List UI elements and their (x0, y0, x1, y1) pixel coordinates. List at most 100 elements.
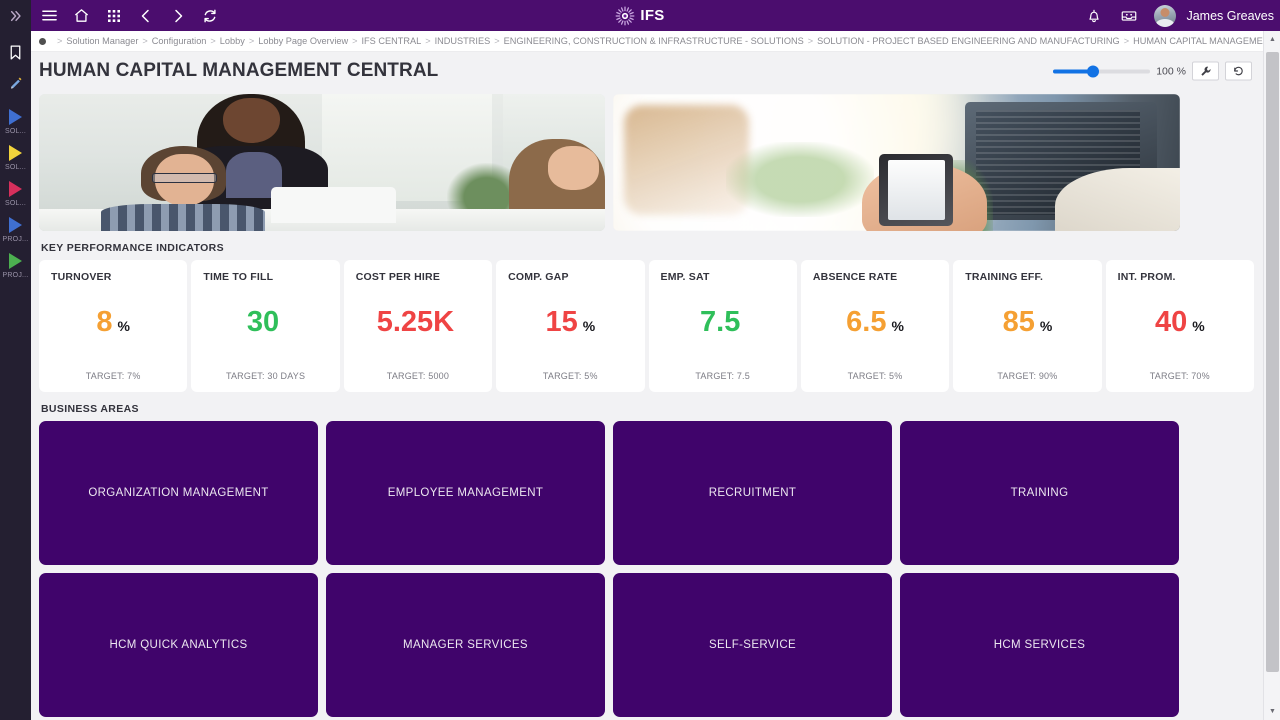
kpi-title: ABSENCE RATE (812, 271, 898, 283)
user-name[interactable]: James Greaves (1186, 9, 1274, 23)
flag-marker-icon (9, 181, 22, 197)
refresh-icon (203, 9, 216, 22)
breadcrumb-separator: > (494, 36, 500, 46)
zoom-percent-label: 100 % (1156, 65, 1186, 77)
tile-label: SELF-SERVICE (708, 639, 797, 651)
inbox-button[interactable] (1113, 0, 1144, 31)
kpi-card-cost-per-hire[interactable]: COST PER HIRE 5.25K TARGET: 5000 (343, 260, 493, 392)
tile-manager-services[interactable]: MANAGER SERVICES (326, 573, 605, 717)
refresh-button[interactable] (194, 0, 225, 31)
title-bar: HUMAN CAPITAL MANAGEMENT CENTRAL 100 % (31, 52, 1280, 90)
kpi-title: TIME TO FILL (203, 271, 274, 283)
kpi-card-time-to-fill[interactable]: TIME TO FILL 30 TARGET: 30 DAYS (191, 260, 340, 392)
breadcrumb-separator: > (142, 36, 148, 46)
zoom-slider[interactable] (1053, 64, 1151, 78)
notifications-button[interactable] (1078, 0, 1109, 31)
kpi-card-absence-rate[interactable]: ABSENCE RATE 6.5 % TARGET: 5% (800, 260, 950, 392)
kpi-title: TURNOVER (51, 271, 112, 283)
scrollbar-thumb[interactable] (1266, 52, 1279, 672)
tile-label: MANAGER SERVICES (403, 639, 528, 651)
hero-image-row (39, 90, 1254, 231)
breadcrumb-item-current[interactable]: HUMAN CAPITAL MANAGEMENT CENTRAL (1133, 36, 1280, 46)
rail-item-label: PROJ... (2, 272, 29, 279)
home-button[interactable] (66, 0, 97, 31)
bell-icon (1089, 9, 1099, 22)
vertical-scrollbar[interactable]: ▲ ▼ (1263, 31, 1280, 720)
tile-label: HCM SERVICES (993, 639, 1086, 651)
page-scroll-body: KEY PERFORMANCE INDICATORS TURNOVER 8 % … (31, 90, 1262, 720)
rail-expand-toggle[interactable] (0, 0, 31, 31)
breadcrumb: > Solution Manager > Configuration > Lob… (31, 31, 1280, 52)
rail-item-4[interactable]: PROJ... (0, 253, 31, 279)
breadcrumb-item-lobby[interactable]: Lobby (220, 36, 245, 46)
breadcrumb-item-solution-manager[interactable]: Solution Manager (66, 36, 138, 46)
breadcrumb-item-ifs-central[interactable]: IFS CENTRAL (361, 36, 421, 46)
flag-marker-icon (9, 253, 22, 269)
app-grid-button[interactable] (98, 0, 129, 31)
scroll-up-button[interactable]: ▲ (1264, 31, 1280, 48)
left-rail: SOL... SOL... SOL... PROJ... PROJ... (0, 31, 31, 720)
breadcrumb-separator: > (1123, 36, 1130, 46)
tile-recruitment[interactable]: RECRUITMENT (613, 421, 892, 565)
kpi-unit: % (891, 318, 904, 334)
tile-label: RECRUITMENT (708, 487, 797, 499)
tile-training[interactable]: TRAINING (900, 421, 1179, 565)
configure-button[interactable] (1192, 61, 1219, 81)
reset-button[interactable] (1225, 61, 1252, 81)
kpi-value: 8 (96, 306, 113, 338)
rail-item-label: SOL... (4, 128, 27, 135)
rail-item-3[interactable]: PROJ... (0, 217, 31, 243)
tile-label: TRAINING (1010, 487, 1069, 499)
breadcrumb-item-solution-project-based[interactable]: SOLUTION - PROJECT BASED ENGINEERING AND… (817, 36, 1120, 46)
breadcrumb-item-configuration[interactable]: Configuration (152, 36, 207, 46)
top-app-bar: IFS James Greaves (0, 0, 1280, 31)
rail-item-label: SOL... (4, 164, 27, 171)
breadcrumb-separator: > (807, 36, 814, 46)
app-bar-right-actions: James Greaves (1078, 0, 1274, 31)
forward-button[interactable] (162, 0, 193, 31)
breadcrumb-item-lobby-page-overview[interactable]: Lobby Page Overview (258, 36, 348, 46)
tile-hcm-quick-analytics[interactable]: HCM QUICK ANALYTICS (39, 573, 318, 717)
rail-item-1[interactable]: SOL... (0, 145, 31, 171)
kpi-target: TARGET: 70% (1149, 371, 1210, 381)
tile-label: HCM QUICK ANALYTICS (109, 639, 248, 651)
breadcrumb-item-engineering-construction[interactable]: ENGINEERING, CONSTRUCTION & INFRASTRUCTU… (504, 36, 804, 46)
kpi-value: 30 (246, 306, 280, 338)
bookmark-icon (10, 45, 21, 60)
zoom-slider-thumb[interactable] (1087, 65, 1100, 77)
back-arrow-icon (141, 9, 149, 22)
breadcrumb-separator: > (248, 36, 255, 46)
kpi-title: EMP. SAT (660, 271, 710, 283)
tile-self-service[interactable]: SELF-SERVICE (613, 573, 892, 717)
kpi-card-int-prom[interactable]: INT. PROM. 40 % TARGET: 70% (1105, 260, 1254, 392)
breadcrumb-root-dot-icon[interactable] (39, 37, 46, 45)
kpi-value: 7.5 (700, 306, 741, 338)
rail-item-2[interactable]: SOL... (0, 181, 31, 207)
forward-arrow-icon (174, 9, 182, 22)
scroll-down-button[interactable]: ▼ (1264, 703, 1280, 720)
tile-employee-management[interactable]: EMPLOYEE MANAGEMENT (326, 421, 605, 565)
rail-item-label: SOL... (4, 200, 27, 207)
kpi-unit: % (117, 318, 130, 334)
tile-label: EMPLOYEE MANAGEMENT (387, 487, 544, 499)
kpi-card-emp-sat[interactable]: EMP. SAT 7.5 TARGET: 7.5 (648, 260, 797, 392)
tile-organization-management[interactable]: ORGANIZATION MANAGEMENT (39, 421, 318, 565)
back-button[interactable] (130, 0, 161, 31)
flag-marker-icon (9, 145, 22, 161)
kpi-card-comp-gap[interactable]: COMP. GAP 15 % TARGET: 5% (496, 260, 645, 392)
hamburger-menu-button[interactable] (34, 0, 65, 31)
kpi-target: TARGET: 7.5 (695, 371, 750, 381)
bookmarks-button[interactable] (0, 37, 31, 68)
kpi-value: 40 (1154, 306, 1188, 338)
kpi-section-heading: KEY PERFORMANCE INDICATORS (41, 242, 224, 254)
rail-item-0[interactable]: SOL... (0, 109, 31, 135)
inbox-tray-icon (1121, 10, 1137, 21)
breadcrumb-item-industries[interactable]: INDUSTRIES (435, 36, 491, 46)
kpi-target: TARGET: 7% (85, 371, 141, 381)
edit-button[interactable] (0, 68, 31, 99)
tile-hcm-services[interactable]: HCM SERVICES (900, 573, 1179, 717)
avatar[interactable] (1154, 4, 1177, 27)
kpi-card-turnover[interactable]: TURNOVER 8 % TARGET: 7% (39, 260, 188, 392)
content-area: > Solution Manager > Configuration > Lob… (31, 31, 1280, 720)
kpi-card-training-eff[interactable]: TRAINING EFF. 85 % TARGET: 90% (953, 260, 1102, 392)
